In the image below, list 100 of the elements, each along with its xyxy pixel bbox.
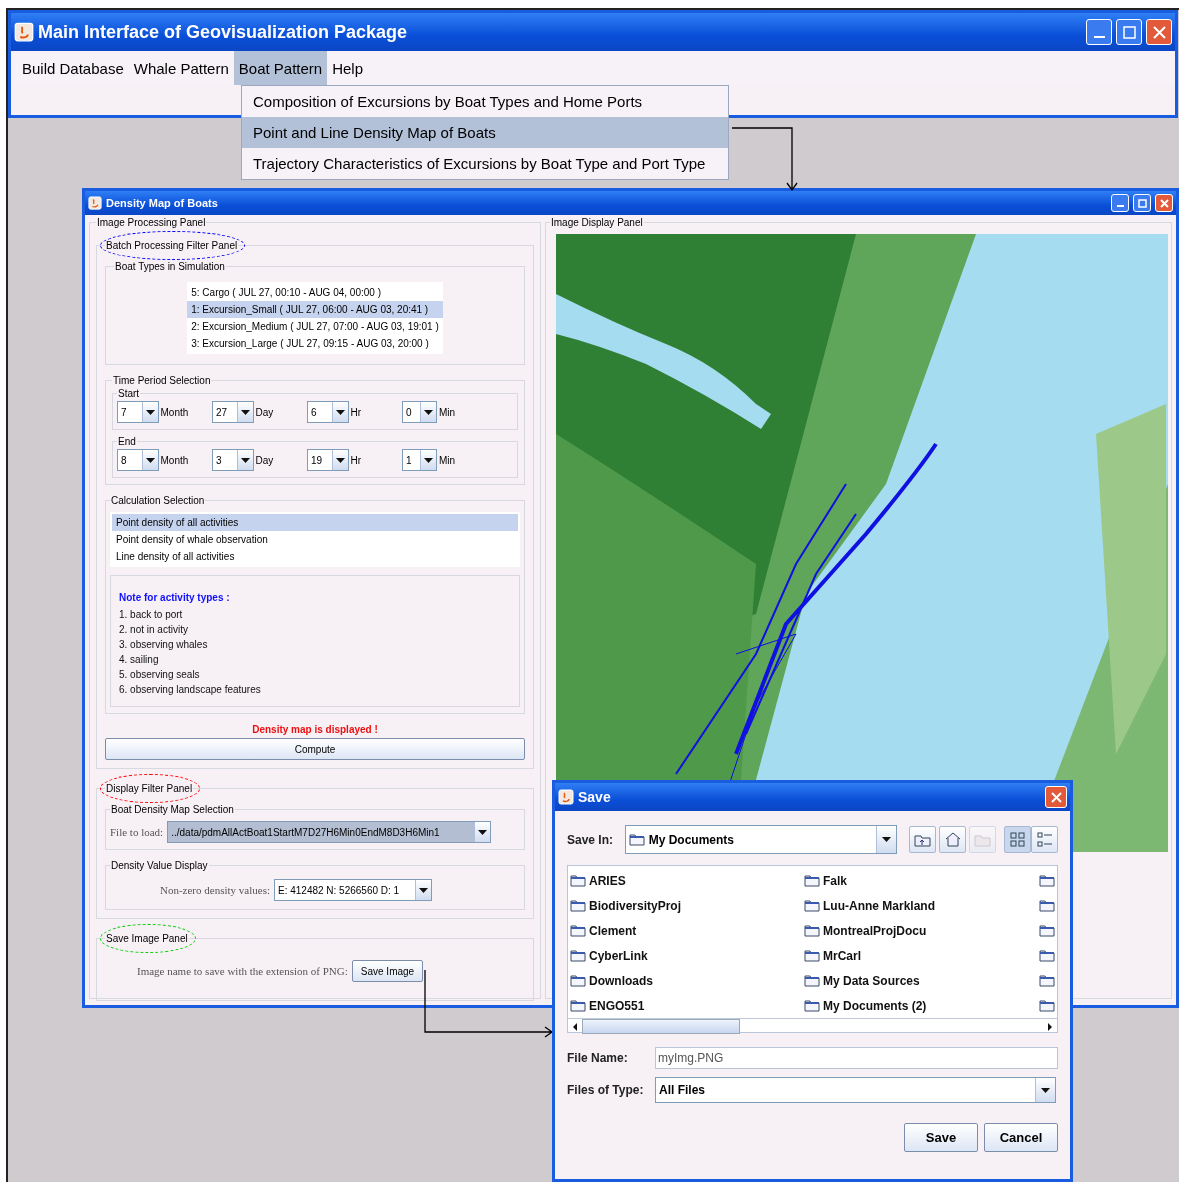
list-item[interactable]: 5: Cargo ( JUL 27, 00:10 - AUG 04, 00:00 ) (187, 284, 443, 301)
field-label: Image name to save with the extension of PNG: (137, 965, 348, 977)
unit-label: Hr (350, 454, 363, 466)
file-item[interactable]: MontrealProjDocu (804, 918, 1038, 943)
file-item[interactable]: Clement (570, 918, 804, 943)
file-item[interactable]: My Data Sources (804, 968, 1038, 993)
save-image-button[interactable]: Save Image (351, 960, 424, 982)
panel-title: Boat Density Map Selection (110, 804, 235, 815)
menu-item[interactable]: Help (327, 51, 369, 85)
list-item[interactable]: Line density of all activities (112, 548, 518, 565)
close-button[interactable] (1155, 194, 1173, 212)
folder-icon (570, 874, 586, 887)
close-button[interactable] (1045, 786, 1067, 808)
note-text: 6. observing landscape features (119, 684, 262, 697)
file-item[interactable]: My Documents (2) (804, 993, 1038, 1018)
dropdown-arrow-icon (240, 409, 250, 415)
unit-label: Month (160, 406, 190, 418)
folder-name: Luu-Anne Markland (823, 898, 935, 913)
file-item[interactable]: ARIES (570, 868, 804, 893)
panel-title: Image Display Panel (550, 217, 644, 228)
menu-item[interactable]: Whale Pattern (128, 51, 234, 85)
field-label: Files of Type: (567, 1083, 645, 1097)
note-text: 2. not in activity (119, 624, 189, 637)
menu-option[interactable]: Point and Line Density Map of Boats (242, 117, 728, 148)
details-view-icon (1036, 831, 1053, 848)
toolbar-button[interactable] (909, 826, 936, 853)
folder-icon (570, 924, 586, 937)
panel-title: Display Filter Panel (105, 783, 194, 794)
folder-name: My Data Sources (823, 973, 920, 988)
list-item[interactable]: Point density of all activities (112, 514, 518, 531)
folder-icon (1039, 899, 1055, 912)
list-item[interactable]: 3: Excursion_Large ( JUL 27, 09:15 - AUG 03, 20:00 ) (187, 335, 443, 352)
list-item[interactable]: 2: Excursion_Medium ( JUL 27, 07:00 - AUG 03, 19:01 ) (187, 318, 443, 335)
file-item[interactable]: BiodiversityProj (570, 893, 804, 918)
folder-icon (804, 949, 820, 962)
field-label: File Name: (567, 1051, 629, 1065)
value-dropdown[interactable]: E: 412482 N: 5266560 D: 1 (273, 879, 432, 901)
menu-item[interactable]: Boat Pattern (233, 51, 328, 85)
note-title: Note for activity types : (119, 592, 231, 605)
dropdown-arrow-icon (1041, 1087, 1050, 1093)
dialog-button[interactable]: Cancel (984, 1123, 1058, 1152)
field-label: Non-zero density values: (160, 884, 270, 896)
app-icon (558, 789, 574, 805)
dropdown-arrow-icon (882, 837, 891, 842)
horizontal-scrollbar[interactable] (568, 1018, 1057, 1034)
menu-item[interactable]: Build Database (17, 51, 129, 85)
view-toggle[interactable] (1031, 826, 1058, 853)
time-dropdown[interactable]: 27 (212, 401, 254, 423)
toolbar-button[interactable] (939, 826, 966, 853)
file-item[interactable]: ENGO551 (570, 993, 804, 1018)
close-icon (1152, 25, 1166, 39)
view-toggle[interactable] (1004, 826, 1031, 853)
folder-name: BiodiversityProj (589, 898, 682, 913)
folder-icon (1039, 974, 1055, 987)
app-icon (14, 22, 34, 42)
folder-name: ENGO551 (589, 998, 645, 1013)
maximize-button[interactable] (1133, 194, 1151, 212)
list-item[interactable]: Point density of whale observation (112, 531, 518, 548)
time-dropdown[interactable]: 7 (117, 401, 159, 423)
close-button[interactable] (1146, 19, 1172, 45)
time-dropdown[interactable]: 1 (402, 449, 437, 471)
time-dropdown[interactable]: 6 (307, 401, 349, 423)
panel-title: Start (117, 388, 141, 399)
dropdown-arrow-icon (240, 457, 250, 463)
folder-icon (570, 974, 586, 987)
app-icon (88, 196, 102, 210)
dropdown-arrow-icon (335, 457, 345, 463)
menu-option[interactable]: Composition of Excursions by Boat Types and Home Ports (242, 86, 728, 117)
list-item[interactable]: 1: Excursion_Small ( JUL 27, 06:00 - AUG 03, 20:41 ) (187, 301, 443, 318)
folder-name: My Documents (2) (823, 998, 927, 1013)
folder-dropdown[interactable]: My Documents (624, 825, 897, 854)
compute-button[interactable]: Compute (105, 738, 525, 760)
minimize-button[interactable] (1086, 19, 1112, 45)
file-item[interactable]: Falk (804, 868, 1038, 893)
time-dropdown[interactable]: 19 (307, 449, 349, 471)
field-label: File to load: (110, 826, 164, 838)
menu-option[interactable]: Trajectory Characteristics of Excursions by Boat Type and Port Type (242, 148, 728, 179)
up-folder-icon (914, 832, 931, 847)
file-name-field[interactable]: myImg.PNG (655, 1047, 1058, 1069)
maximize-icon (1122, 25, 1136, 39)
home-icon (944, 832, 961, 847)
file-item[interactable]: Downloads (570, 968, 804, 993)
file-item[interactable]: CyberLink (570, 943, 804, 968)
file-item[interactable]: Luu-Anne Markland (804, 893, 1038, 918)
maximize-button[interactable] (1116, 19, 1142, 45)
file-dropdown[interactable]: ../data/pdmAllActBoat1StartM7D27H6Min0EndM8D3H6Min1 (167, 821, 492, 843)
file-item[interactable]: MrCarl (804, 943, 1038, 968)
dropdown-arrow-icon (145, 409, 155, 415)
folder-name: Downloads (589, 973, 653, 988)
time-dropdown[interactable]: 8 (117, 449, 159, 471)
folder-icon (570, 949, 586, 962)
file-type-dropdown[interactable]: All Files (655, 1077, 1056, 1103)
time-dropdown[interactable]: 0 (402, 401, 437, 423)
window-title: Save (578, 789, 612, 805)
time-dropdown[interactable]: 3 (212, 449, 254, 471)
unit-label: Day (255, 406, 275, 418)
panel-title: End (117, 436, 137, 447)
window-title: Density Map of Boats (106, 197, 219, 209)
minimize-button[interactable] (1111, 194, 1129, 212)
dialog-button[interactable]: Save (904, 1123, 978, 1152)
